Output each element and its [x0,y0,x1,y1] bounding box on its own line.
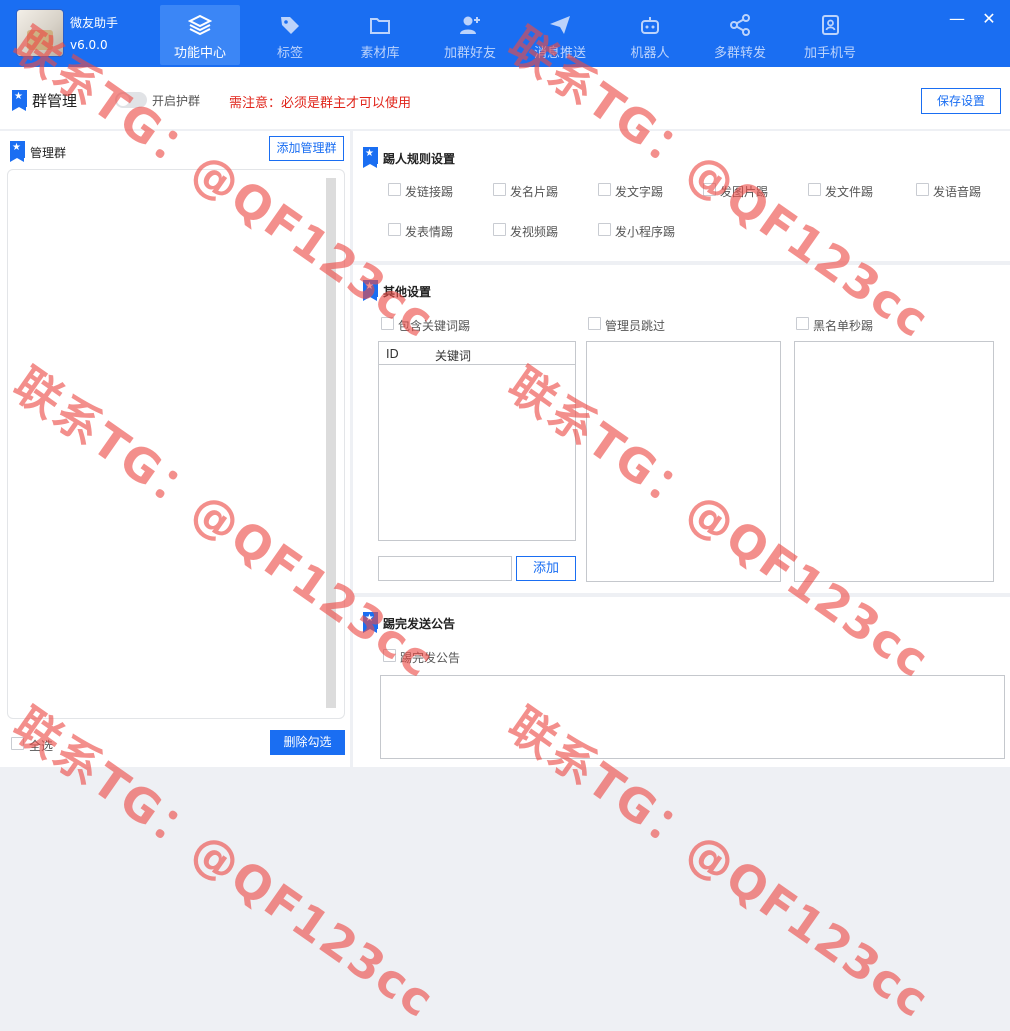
kick-miniprogram-checkbox[interactable] [598,223,611,236]
kick-video-checkbox[interactable] [493,223,506,236]
kick-voice-label: 发语音踢 [933,185,982,199]
nav-tab-label: 多群转发 [713,46,766,61]
bookmark-star-icon [363,280,378,301]
robot-icon [641,17,659,34]
nav-tab-add-phone-number[interactable]: 加手机号 [790,5,870,65]
top-navigation-bar: 微友助手 v6.0.0 功能中心 标签 素材库 加群好友 消息推送 机器人 多群… [0,0,1010,67]
select-all-label: 全选 [29,739,54,753]
kick-rules-title: 踢人规则设置 [383,152,456,166]
bookmark-star-icon [363,147,378,168]
contact-book-icon [822,15,839,35]
kick-rules-panel: 踢人规则设置 发链接踢 发名片踢 发文字踢 发图片踢 发文件踢 发语音踢 发表情… [353,131,1010,261]
admin-skip-checkbox[interactable] [588,317,601,330]
nav-tab-label: 标签 [276,46,303,61]
nav-tab-function-center[interactable]: 功能中心 [160,5,240,65]
kick-file-checkbox[interactable] [808,183,821,196]
app-logo [16,9,64,57]
kick-announcement-title: 踢完发送公告 [383,617,456,631]
add-managed-group-button[interactable]: 添加管理群 [269,136,344,161]
blacklist-kick-checkbox[interactable] [796,317,809,330]
select-all-checkbox[interactable] [11,737,24,750]
nav-tab-material-library[interactable]: 素材库 [340,5,420,65]
keyword-kick-checkbox[interactable] [381,317,394,330]
share-icon [730,14,750,36]
other-settings-title: 其他设置 [383,285,432,299]
keyword-kick-label: 包含关键词踢 [398,319,471,333]
tag-icon [281,17,299,34]
kick-text-checkbox[interactable] [598,183,611,196]
bookmark-star-icon [12,90,27,111]
kick-link-checkbox[interactable] [388,183,401,196]
app-version: v6.0.0 [70,38,108,52]
kick-link-label: 发链接踢 [405,185,454,199]
delete-selected-button[interactable]: 删除勾选 [270,730,345,755]
kick-miniprogram-label: 发小程序踢 [615,225,676,239]
managed-groups-title: 管理群 [30,146,67,160]
kick-card-label: 发名片踢 [510,185,559,199]
kick-image-checkbox[interactable] [703,183,716,196]
nav-tab-label: 加手机号 [803,46,856,61]
kick-text-label: 发文字踢 [615,185,664,199]
nav-tab-label: 机器人 [630,46,670,61]
add-user-icon [460,16,480,34]
nav-tab-label: 加群好友 [443,46,496,61]
protect-group-toggle[interactable] [115,92,147,108]
nav-tab-label: 素材库 [360,46,400,61]
owner-warning-text: 需注意：必须是群主才可以使用 [229,96,412,111]
bookmark-star-icon [10,141,25,162]
admin-skip-label: 管理员跳过 [605,319,666,333]
app-name: 微友助手 [70,16,119,30]
kick-video-label: 发视频踢 [510,225,559,239]
keyword-input[interactable] [378,556,512,581]
kick-voice-checkbox[interactable] [916,183,929,196]
kick-card-checkbox[interactable] [493,183,506,196]
kick-emoji-label: 发表情踢 [405,225,454,239]
send-announcement-label: 踢完发公告 [400,651,461,665]
layers-icon [188,14,212,36]
protect-group-label: 开启护群 [152,94,201,108]
nav-tab-message-push[interactable]: 消息推送 [520,5,600,65]
send-icon [550,16,570,34]
group-management-header: 群管理 开启护群 需注意：必须是群主才可以使用 保存设置 [0,67,1010,129]
blacklist-kick-label: 黑名单秒踢 [813,319,874,333]
blacklist-list[interactable] [794,341,994,582]
kick-announcement-panel: 踢完发送公告 踢完发公告 [353,597,1010,767]
kick-image-label: 发图片踢 [720,185,769,199]
other-settings-panel: 其他设置 包含关键词踢 管理员跳过 黑名单秒踢 ID 关键词 添加 [353,265,1010,593]
managed-groups-list[interactable] [7,169,345,719]
send-announcement-checkbox[interactable] [383,649,396,662]
folder-icon [370,18,390,34]
nav-tab-label: 消息推送 [533,46,586,61]
kick-emoji-checkbox[interactable] [388,223,401,236]
page-title: 群管理 [32,92,78,110]
nav-tab-tags[interactable]: 标签 [250,5,330,65]
column-header-id: ID [386,347,399,361]
keyword-table-header: ID 关键词 [379,342,575,365]
managed-groups-panel: 管理群 添加管理群 全选 删除勾选 [0,131,350,767]
admin-skip-list[interactable] [586,341,781,582]
nav-tab-label: 功能中心 [173,46,226,61]
list-scrollbar[interactable] [326,178,336,708]
minimize-button[interactable]: — [946,8,968,30]
bookmark-star-icon [363,612,378,633]
nav-tab-add-group-friends[interactable]: 加群好友 [430,5,510,65]
kick-file-label: 发文件踢 [825,185,874,199]
keyword-table[interactable]: ID 关键词 [378,341,576,541]
add-keyword-button[interactable]: 添加 [516,556,576,581]
close-button[interactable]: ✕ [978,8,1000,30]
column-header-keyword: 关键词 [435,349,472,363]
nav-tab-robot[interactable]: 机器人 [610,5,690,65]
nav-tab-multi-group-forward[interactable]: 多群转发 [700,5,780,65]
save-settings-button[interactable]: 保存设置 [921,88,1001,114]
announcement-textarea[interactable] [380,675,1005,759]
